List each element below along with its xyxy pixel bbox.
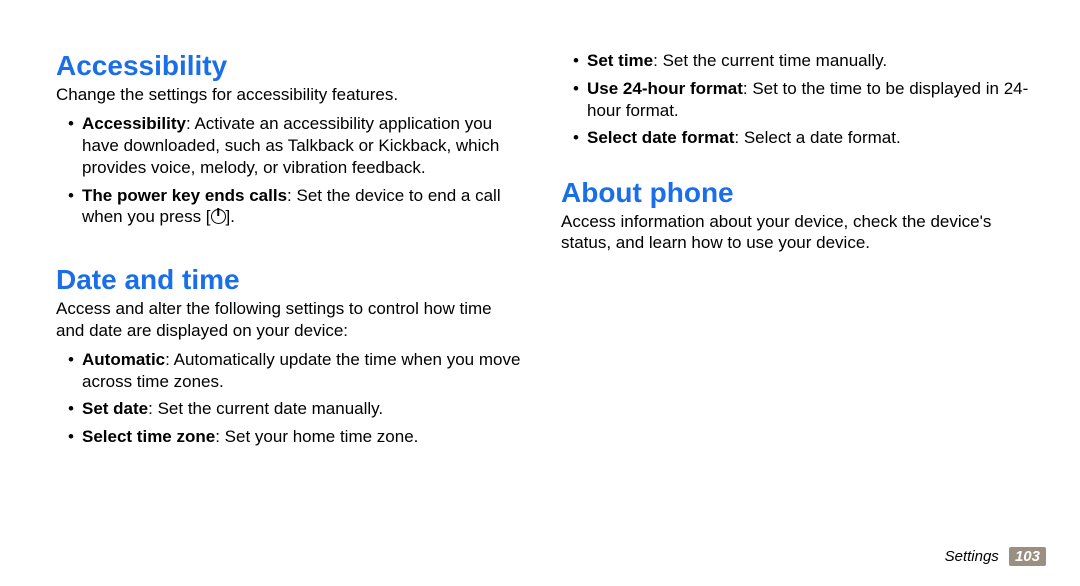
item-label: Select date format [587,128,734,147]
manual-page: Accessibility Change the settings for ac… [0,0,1080,586]
page-footer: Settings 103 [945,547,1046,566]
list-item: Automatic: Automatically update the time… [68,349,521,393]
item-label: Automatic [82,350,165,369]
intro-about-phone: Access information about your device, ch… [561,211,1034,254]
footer-page-number: 103 [1009,547,1046,566]
item-text: ]. [226,207,235,226]
intro-date-and-time: Access and alter the following settings … [56,298,521,341]
item-text: : Set your home time zone. [215,427,418,446]
list-item: Set date: Set the current date manually. [68,398,521,420]
item-label: Select time zone [82,427,215,446]
footer-section-name: Settings [945,548,999,565]
left-column: Accessibility Change the settings for ac… [56,50,545,586]
item-text: : Set the current date manually. [148,399,383,418]
datetime-list: Automatic: Automatically update the time… [56,349,521,448]
item-text: : Select a date format. [734,128,900,147]
item-label: Accessibility [82,114,186,133]
item-label: Set date [82,399,148,418]
heading-accessibility: Accessibility [56,50,521,82]
list-item: Set time: Set the current time manually. [573,50,1034,72]
item-text: : Set the current time manually. [653,51,887,70]
accessibility-list: Accessibility: Activate an accessibility… [56,113,521,228]
intro-accessibility: Change the settings for accessibility fe… [56,84,521,105]
datetime-list-continued: Set time: Set the current time manually.… [561,50,1034,149]
item-label: The power key ends calls [82,186,287,205]
list-item: Select date format: Select a date format… [573,127,1034,149]
heading-about-phone: About phone [561,177,1034,209]
list-item: The power key ends calls: Set the device… [68,185,521,229]
power-icon [211,209,226,224]
right-column: Set time: Set the current time manually.… [545,50,1034,586]
list-item: Select time zone: Set your home time zon… [68,426,521,448]
item-label: Set time [587,51,653,70]
list-item: Accessibility: Activate an accessibility… [68,113,521,178]
item-label: Use 24-hour format [587,79,743,98]
list-item: Use 24-hour format: Set to the time to b… [573,78,1034,122]
heading-date-and-time: Date and time [56,264,521,296]
